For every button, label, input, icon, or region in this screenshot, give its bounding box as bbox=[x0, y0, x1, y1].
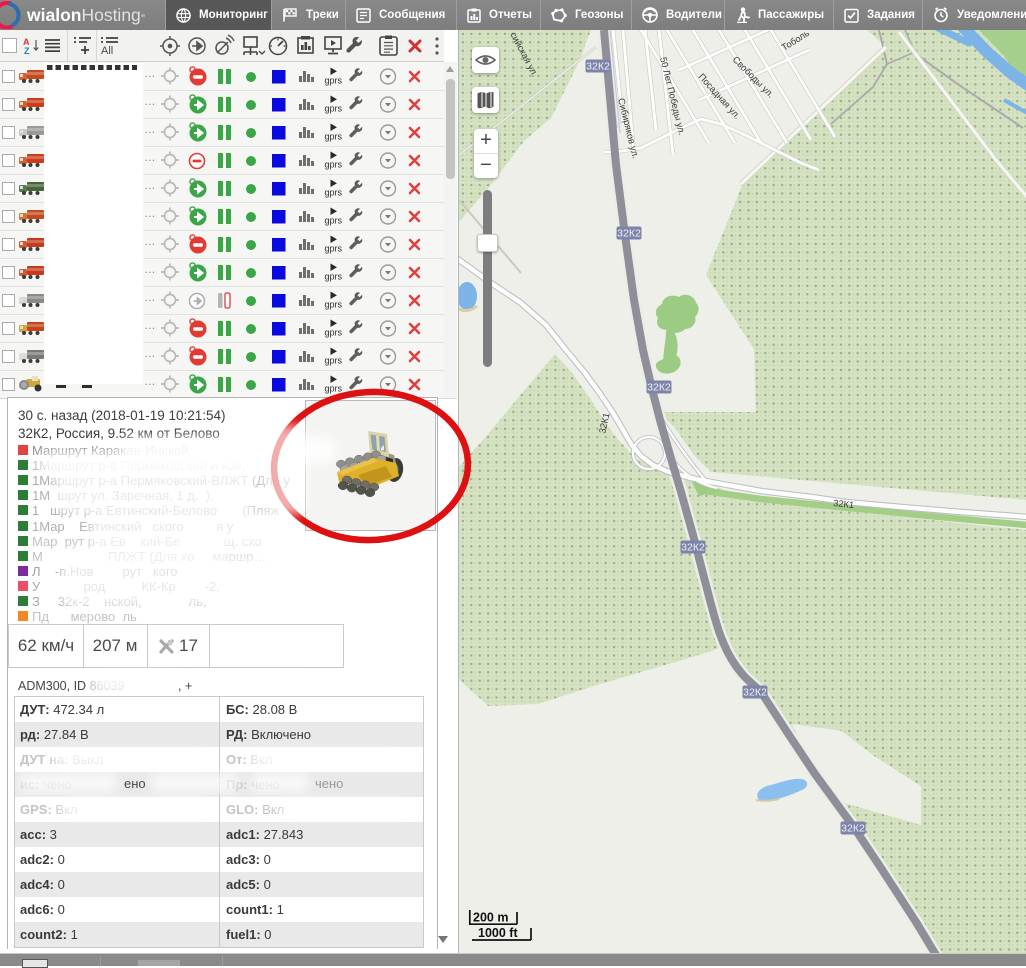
svg-text:Z: Z bbox=[24, 46, 30, 55]
svg-text:32К2: 32К2 bbox=[681, 542, 705, 554]
svg-text:32К2: 32К2 bbox=[647, 382, 671, 394]
svg-text:gprs: gprs bbox=[325, 132, 343, 142]
svg-text:32К2: 32К2 bbox=[617, 228, 641, 240]
svg-text:32К2: 32К2 bbox=[586, 61, 610, 73]
svg-text:32К2: 32К2 bbox=[743, 687, 767, 699]
svg-text:200 m: 200 m bbox=[473, 911, 508, 925]
svg-text:gprs: gprs bbox=[325, 188, 343, 198]
svg-text:All: All bbox=[101, 45, 113, 56]
svg-text:gprs: gprs bbox=[325, 272, 343, 282]
svg-text:gprs: gprs bbox=[325, 244, 343, 254]
svg-text:gprs: gprs bbox=[325, 104, 343, 114]
svg-text:gprs: gprs bbox=[325, 160, 343, 170]
svg-text:gprs: gprs bbox=[325, 384, 343, 394]
svg-text:32К2: 32К2 bbox=[841, 823, 865, 835]
svg-text:gprs: gprs bbox=[325, 328, 343, 338]
svg-text:gprs: gprs bbox=[325, 300, 343, 310]
svg-text:1000 ft: 1000 ft bbox=[478, 926, 518, 940]
svg-text:gprs: gprs bbox=[325, 216, 343, 226]
svg-text:gprs: gprs bbox=[325, 76, 343, 86]
svg-text:gprs: gprs bbox=[325, 356, 343, 366]
